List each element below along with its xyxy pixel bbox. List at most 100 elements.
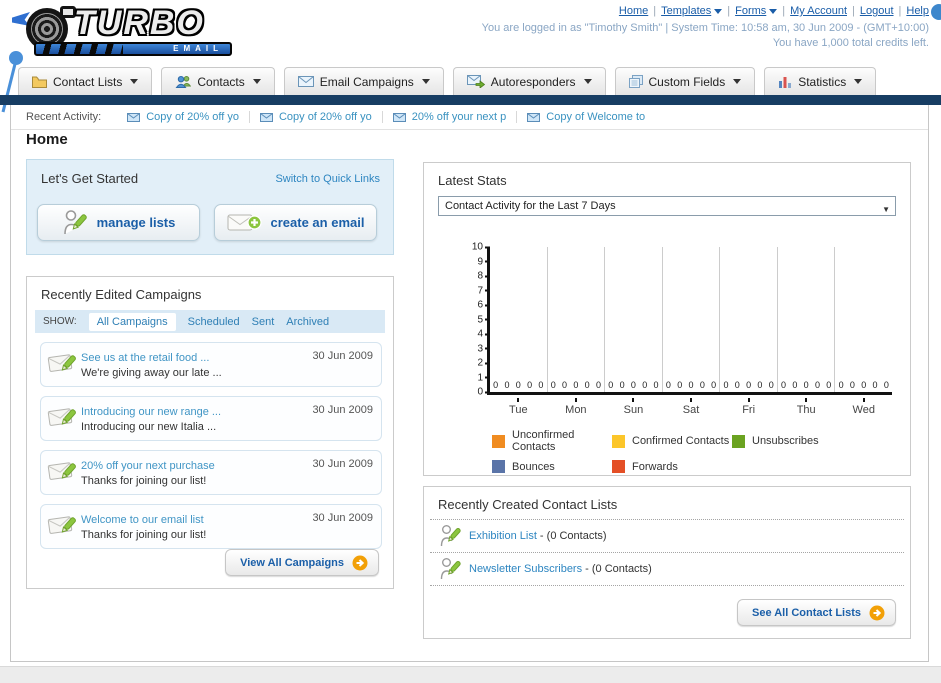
see-all-contact-lists-label: See All Contact Lists [751,606,861,619]
y-axis-tick: 6 [465,300,490,311]
chart-day-column: 0 0 0 0 0 Mon [548,247,606,416]
chart-value-label: 0 [619,380,625,390]
campaign-title-link[interactable]: Welcome to our email list [81,514,204,526]
filter-sent[interactable]: Sent [252,316,275,328]
envelope-pencil-icon [47,461,76,480]
recent-activity-link[interactable]: 20% off your next p [412,111,507,123]
contact-list-item[interactable]: Exhibition List - (0 Contacts) [430,520,904,553]
filter-archived[interactable]: Archived [286,316,329,328]
chart-value-label: 0 [861,380,867,390]
campaign-row[interactable]: See us at the retail food ... We're givin… [40,342,382,387]
select-arrow-icon: ▼ [882,205,890,214]
tab-custom-fields[interactable]: Custom Fields [614,67,756,95]
stats-period-select[interactable]: Contact Activity for the Last 7 Days ▼ [438,196,896,216]
chart-plot-area: 0 0 0 0 0 Tue 0 0 0 0 0 Mon 0 0 0 0 0 Sun 0 0 0 0 0 Sat 0 0 0 0 0 Fri… [490,247,892,416]
legend-item: Bounces [492,460,612,473]
chart-value-label: 0 [872,380,878,390]
logo-email-bar: EMAIL [34,42,232,56]
recent-activity-item[interactable]: 20% off your next p [383,111,518,123]
legend-label: Unconfirmed Contacts [512,429,575,453]
x-axis-day-label: Tue [490,398,547,416]
chevron-down-icon [733,79,742,84]
filter-scheduled[interactable]: Scheduled [188,316,240,328]
help-balloon-icon[interactable] [931,4,941,20]
contact-lists-title: Recently Created Contact Lists [438,497,618,512]
tab-statistics[interactable]: Statistics [764,67,877,95]
tab-autoresponders[interactable]: Autoresponders [452,67,606,95]
contact-list-item[interactable]: Newsletter Subscribers - (0 Contacts) [430,553,904,586]
contact-list-link[interactable]: Exhibition List [469,530,537,542]
recent-activity-link[interactable]: Copy of 20% off yo [279,111,372,123]
chart-value-label: 0 [826,380,832,390]
legend-item: Unconfirmed Contacts [492,429,612,453]
manage-lists-button[interactable]: manage lists [37,204,200,241]
campaign-subtitle: Thanks for joining our list! [81,528,207,541]
recent-activity-item[interactable]: Copy of Welcome to [517,111,655,123]
campaign-date: 30 Jun 2009 [312,512,373,524]
view-all-campaigns-label: View All Campaigns [240,556,344,569]
switch-quick-links[interactable]: Switch to Quick Links [275,173,380,185]
chart-value-label: 0 [838,380,844,390]
main-nav-tabs: Contact Lists Contacts Email Campaigns A… [18,67,877,95]
nav-link-templates[interactable]: Templates [661,5,711,17]
recent-activity-item[interactable]: Copy of 20% off yo [250,111,383,123]
nav-link-help[interactable]: Help [906,5,929,17]
campaign-subtitle: Thanks for joining our list! [81,474,207,487]
bar-chart-icon [779,76,792,88]
legend-swatch [492,460,505,473]
nav-link-forms[interactable]: Forms [735,5,766,17]
x-axis-day-label: Sun [605,398,662,416]
campaign-row[interactable]: 20% off your next purchase Thanks for joi… [40,450,382,495]
chart-day-column: 0 0 0 0 0 Tue [490,247,548,416]
chart-day-column: 0 0 0 0 0 Wed [835,247,892,416]
recent-activity-link[interactable]: Copy of 20% off yo [146,111,239,123]
chart-day-column: 0 0 0 0 0 Fri [720,247,778,416]
legend-swatch [612,460,625,473]
recent-activity-item[interactable]: Copy of 20% off yo [117,111,250,123]
envelope-icon [297,76,314,87]
tab-contact-lists[interactable]: Contact Lists [18,67,153,95]
chart-value-label: 0 [803,380,809,390]
y-axis-tick: 7 [465,285,490,296]
campaign-title-link[interactable]: See us at the retail food ... [81,352,209,364]
chart-value-label: 0 [792,380,798,390]
manage-lists-label: manage lists [96,215,176,230]
create-email-button[interactable]: create an email [214,204,377,241]
chart-day-column: 0 0 0 0 0 Sun [605,247,663,416]
see-all-contact-lists-button[interactable]: See All Contact Lists [736,599,896,626]
chart-value-label: 0 [562,380,568,390]
chart-value-label: 0 [768,380,774,390]
chart-value-label: 0 [653,380,659,390]
view-all-campaigns-button[interactable]: View All Campaigns [225,549,379,576]
y-axis-tick: 3 [465,343,490,354]
nav-separator: | [653,5,657,17]
envelope-icon [392,112,406,122]
tab-email-campaigns[interactable]: Email Campaigns [283,67,444,95]
chevron-down-icon [854,79,863,84]
person-pencil-icon [440,558,461,580]
tab-contacts[interactable]: Contacts [161,67,275,95]
filter-all-campaigns[interactable]: All Campaigns [88,312,176,331]
contact-list-items: Exhibition List - (0 Contacts) Newslette… [430,519,904,586]
y-axis-tick: 0 [465,387,490,398]
campaign-row[interactable]: Welcome to our email list Thanks for join… [40,504,382,549]
campaigns-title: Recently Edited Campaigns [41,287,202,302]
orange-arrow-icon [869,605,885,620]
contact-list-link[interactable]: Newsletter Subscribers [469,563,582,575]
chart-value-label: 0 [573,380,579,390]
chevron-down-icon [130,79,139,84]
x-axis-day-label: Sat [663,398,720,416]
nav-link-my-account[interactable]: My Account [790,5,847,17]
login-line1: You are logged in as "Timothy Smith" | S… [481,22,929,34]
nav-separator: | [782,5,786,17]
envelope-icon [527,112,541,122]
top-nav: Home | Templates | Forms | My Account | Logout | H… [619,5,929,17]
recent-activity-link[interactable]: Copy of Welcome to [546,111,645,123]
campaign-title-link[interactable]: 20% off your next purchase [81,460,215,472]
campaign-row[interactable]: Introducing our new range ... Introducing… [40,396,382,441]
nav-link-home[interactable]: Home [619,5,648,17]
campaign-title-link[interactable]: Introducing our new range ... [81,406,221,418]
tab-label: Contacts [197,74,245,89]
nav-link-logout[interactable]: Logout [860,5,894,17]
chart-value-label: 0 [493,380,499,390]
